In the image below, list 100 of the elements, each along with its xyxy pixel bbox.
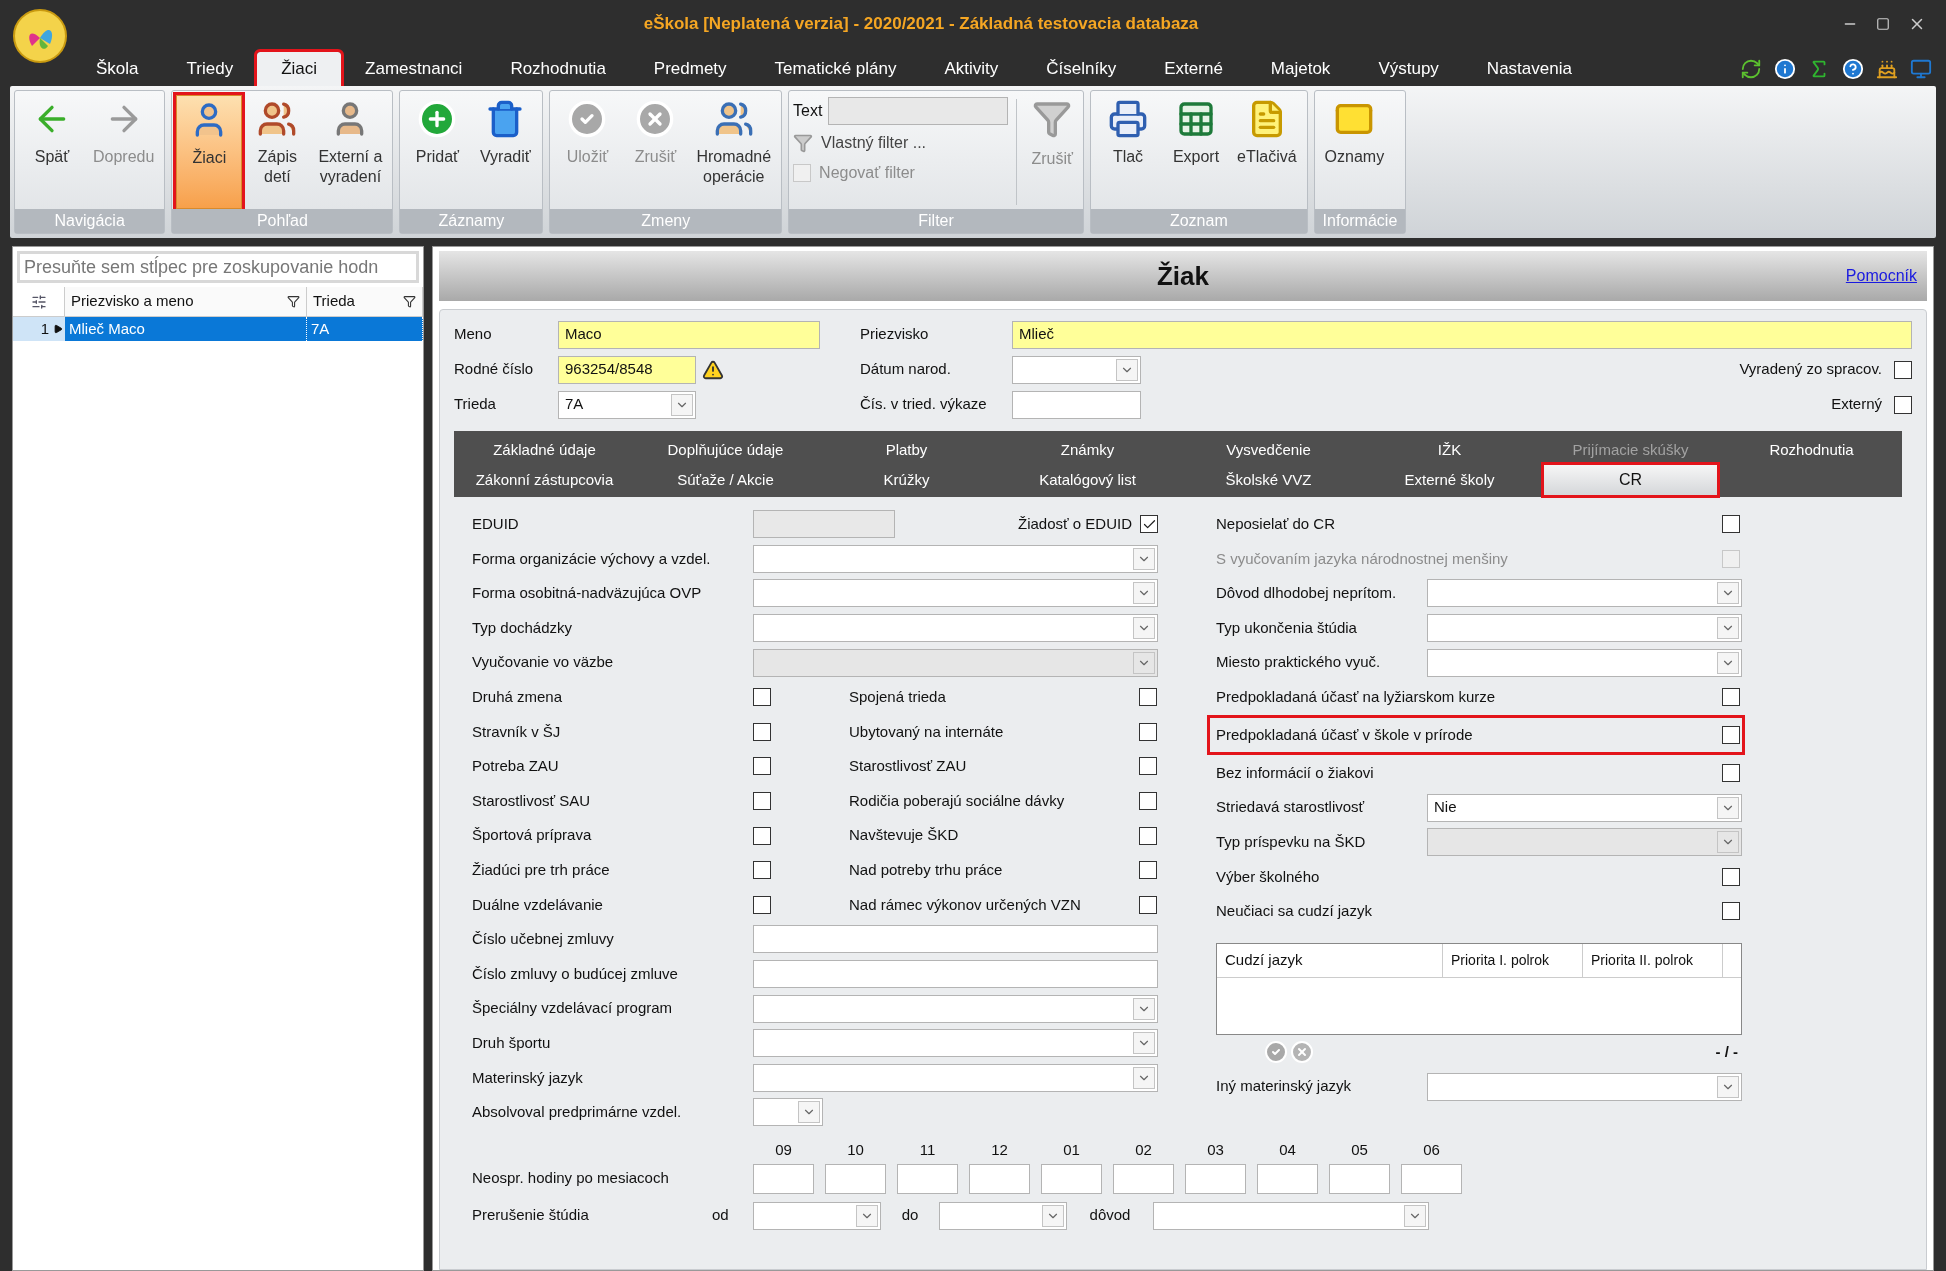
column-header[interactable]: Priorita I. polrok <box>1443 943 1583 977</box>
tab[interactable]: Externé školy <box>1363 465 1536 495</box>
menu-tab[interactable]: Predmety <box>629 52 751 86</box>
dropdown-field[interactable] <box>753 614 1158 643</box>
dropdown-field[interactable] <box>753 1063 1158 1092</box>
checkbox[interactable] <box>1722 688 1740 707</box>
menu-tab[interactable]: Triedy <box>162 52 258 86</box>
menu-tab[interactable]: Majetok <box>1246 52 1355 86</box>
dropdown-field[interactable] <box>1427 579 1742 608</box>
dropdown-arrow-button[interactable] <box>1717 1075 1739 1098</box>
refresh-icon[interactable] <box>1740 58 1762 80</box>
dropdown-arrow-button[interactable] <box>798 1101 820 1124</box>
dropdown-field[interactable] <box>1427 648 1742 677</box>
tab[interactable]: Katalógový list <box>1001 465 1174 495</box>
input-field[interactable] <box>753 960 1158 988</box>
input-field[interactable]: 963254/8548 <box>558 355 696 384</box>
input-field[interactable] <box>1012 390 1141 419</box>
menu-tab[interactable]: Tematické plány <box>750 52 921 86</box>
dropdown-arrow-button[interactable] <box>1404 1204 1426 1227</box>
custom-filter-link[interactable]: Vlastný filter ... <box>821 131 927 155</box>
confirm-icon[interactable] <box>1264 1040 1288 1064</box>
dropdown-arrow-button[interactable] <box>1133 1032 1155 1055</box>
tab[interactable]: Známky <box>1001 435 1174 465</box>
checkbox[interactable] <box>753 826 771 845</box>
dropdown-arrow-button[interactable] <box>671 393 693 416</box>
dropdown-arrow-button[interactable] <box>1133 997 1155 1020</box>
cancel-icon[interactable] <box>1290 1040 1314 1064</box>
input-field[interactable] <box>828 97 1009 125</box>
column-header[interactable]: Trieda <box>307 287 423 316</box>
checkbox[interactable] <box>1139 826 1157 845</box>
checkbox[interactable] <box>1722 764 1740 783</box>
ribbon-button[interactable]: Späť <box>19 95 85 209</box>
help-link[interactable]: Pomocník <box>1845 264 1917 288</box>
ribbon-button[interactable]: Žiaci <box>176 95 243 209</box>
help-icon[interactable] <box>1842 58 1864 80</box>
hours-field[interactable] <box>1257 1163 1318 1194</box>
checkbox[interactable] <box>753 792 771 811</box>
checkbox[interactable] <box>1139 895 1157 914</box>
dropdown-field[interactable] <box>753 994 1158 1023</box>
hours-field[interactable] <box>1401 1163 1462 1194</box>
input-field[interactable]: Mlieč <box>1012 320 1912 349</box>
tab[interactable]: CR <box>1544 465 1717 495</box>
dropdown-field[interactable] <box>1427 1072 1742 1101</box>
checkbox[interactable] <box>1139 722 1157 741</box>
menu-tab[interactable]: Zamestnanci <box>341 52 487 86</box>
hours-field[interactable] <box>1041 1163 1102 1194</box>
cake-icon[interactable] <box>1876 58 1898 80</box>
checkbox[interactable] <box>1722 902 1740 921</box>
tab[interactable]: Zákonní zástupcovia <box>458 465 631 495</box>
hours-field[interactable] <box>753 1163 814 1194</box>
menu-tab[interactable]: Aktivity <box>920 52 1023 86</box>
checkbox[interactable] <box>753 722 771 741</box>
hours-field[interactable] <box>1185 1163 1246 1194</box>
menu-tab[interactable]: Žiaci <box>257 52 342 86</box>
dropdown-field[interactable] <box>1153 1201 1429 1230</box>
ribbon-button[interactable]: Oznamy <box>1318 95 1391 209</box>
tab[interactable]: Rozhodnutia <box>1725 435 1898 465</box>
input-field[interactable] <box>753 925 1158 954</box>
column-header[interactable]: Cudzí jazyk <box>1217 943 1443 977</box>
dropdown-arrow-button[interactable] <box>1717 582 1739 605</box>
tab[interactable]: Platby <box>820 435 993 465</box>
checkbox[interactable] <box>1139 688 1157 707</box>
column-header[interactable]: Priorita II. polrok <box>1583 943 1723 977</box>
ribbon-button[interactable]: Export <box>1163 95 1229 209</box>
filter-icon[interactable] <box>403 295 416 308</box>
tab[interactable]: Súťaže / Akcie <box>639 465 812 495</box>
tab[interactable]: IŽK <box>1363 435 1536 465</box>
checkbox[interactable] <box>1139 861 1157 880</box>
dropdown-arrow-button[interactable] <box>1717 796 1739 819</box>
dropdown-field[interactable]: Nie <box>1427 793 1742 822</box>
filter-icon[interactable] <box>287 295 300 308</box>
dropdown-arrow-button[interactable] <box>1133 617 1155 640</box>
column-header[interactable]: Priezvisko a meno <box>65 287 307 316</box>
ribbon-button[interactable]: Tlač <box>1095 95 1161 209</box>
logo-icon[interactable] <box>12 8 68 64</box>
ribbon-button[interactable]: eTlačivá <box>1231 95 1303 209</box>
checkbox[interactable] <box>1139 792 1157 811</box>
dropdown-arrow-button[interactable] <box>1717 617 1739 640</box>
menu-tab[interactable]: Nastavenia <box>1462 52 1596 86</box>
info-icon[interactable] <box>1774 58 1796 80</box>
menu-tab[interactable]: Externé <box>1140 52 1247 86</box>
dropdown-field[interactable] <box>753 544 1158 573</box>
dropdown-arrow-button[interactable] <box>1717 651 1739 674</box>
dropdown-field[interactable] <box>939 1201 1067 1230</box>
ribbon-button[interactable]: Hromadné operácie <box>690 95 778 209</box>
checkbox[interactable] <box>1722 726 1740 745</box>
tab[interactable]: Vysvedčenie <box>1182 435 1355 465</box>
checkbox[interactable] <box>1722 867 1740 886</box>
hours-field[interactable] <box>1113 1163 1174 1194</box>
tab[interactable]: Doplňujúce údaje <box>639 435 812 465</box>
hours-field[interactable] <box>1329 1163 1390 1194</box>
menu-tab[interactable]: Škola <box>72 52 163 86</box>
checkbox[interactable] <box>753 895 771 914</box>
ribbon-button[interactable]: Zápis detí <box>244 95 311 209</box>
dropdown-field[interactable] <box>1012 355 1141 384</box>
checkbox[interactable] <box>1894 360 1912 379</box>
dropdown-field[interactable] <box>753 1201 881 1230</box>
dropdown-arrow-button[interactable] <box>856 1204 878 1227</box>
checkbox[interactable] <box>753 757 771 776</box>
dropdown-field[interactable] <box>753 1029 1158 1058</box>
